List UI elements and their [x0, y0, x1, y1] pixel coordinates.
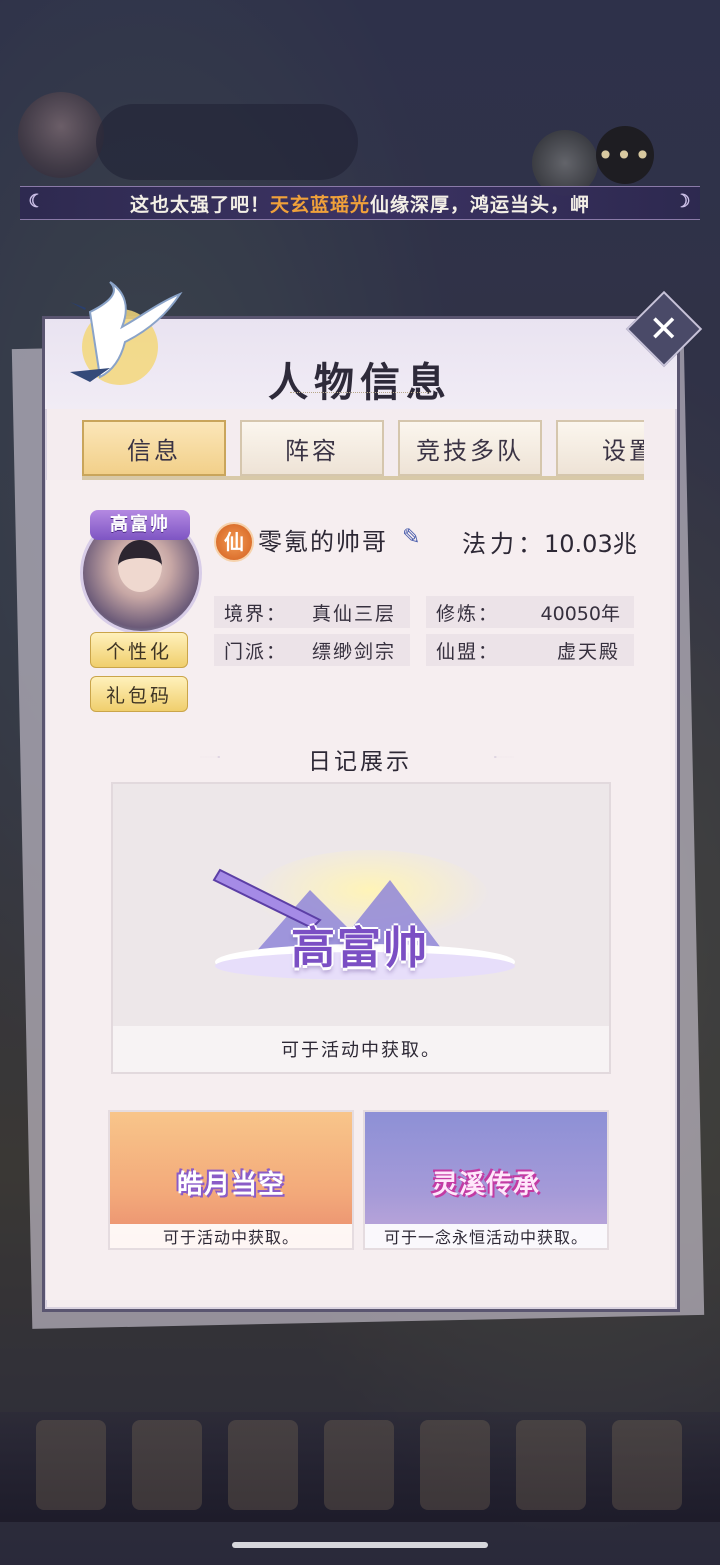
- diary-featured-caption: 可于活动中获取。: [113, 1026, 609, 1072]
- tab-lineup[interactable]: 阵容: [240, 420, 384, 476]
- moon-ornament-icon: ☾: [28, 191, 46, 212]
- tab-bar: 信息 阵容 竞技多队 设置: [82, 420, 644, 478]
- stat-value: 40050年: [540, 602, 620, 625]
- nav-slot-icon: [228, 1420, 298, 1510]
- tab-label: 阵容: [285, 436, 339, 465]
- edit-name-icon[interactable]: ✎: [402, 526, 426, 550]
- diary-title-art: 高富帅: [291, 923, 429, 974]
- diary-card-caption: 可于活动中获取。: [110, 1224, 352, 1248]
- stat-key: 境界：: [224, 602, 288, 625]
- diary-section-title: 日记展示: [308, 749, 412, 775]
- tab-arena-teams[interactable]: 竞技多队: [398, 420, 542, 476]
- home-indicator[interactable]: [232, 1542, 488, 1548]
- avatar-portrait: [118, 540, 162, 592]
- stat-key: 门派：: [224, 640, 288, 663]
- announcement-marquee: ☾ 这也太强了吧！ 天玄蓝瑶光 仙缘深厚，鸿运当头，岬 ☽: [20, 186, 700, 220]
- chat-bubble-icon: •••: [597, 138, 653, 172]
- personalize-label: 个性化: [105, 640, 172, 663]
- stat-key: 仙盟：: [436, 640, 500, 663]
- immortal-rank-icon: 仙: [214, 522, 254, 562]
- personalize-button[interactable]: 个性化: [90, 632, 188, 668]
- diary-card-title-art: 灵溪传承: [431, 1170, 540, 1200]
- stat-key: 修炼：: [436, 602, 500, 625]
- nav-slot-icon: [36, 1420, 106, 1510]
- stat-value: 缥缈剑宗: [311, 640, 396, 663]
- nav-slot-icon: [420, 1420, 490, 1510]
- stat-value: 真仙三层: [311, 602, 396, 625]
- diary-card[interactable]: 灵溪传承 可于一念永恒活动中获取。: [363, 1110, 609, 1250]
- tab-info[interactable]: 信息: [82, 420, 226, 476]
- nav-slot-icon: [612, 1420, 682, 1510]
- title-ornament: [290, 392, 430, 401]
- tab-label: 竞技多队: [416, 436, 524, 465]
- stat-alliance: 仙盟： 虚天殿: [426, 634, 634, 666]
- divider-ornament-right: [494, 756, 514, 758]
- nav-slot-icon: [324, 1420, 394, 1510]
- player-name: 零氪的帅哥: [258, 528, 388, 556]
- gift-code-label: 礼包码: [105, 684, 172, 707]
- tab-label: 设置: [602, 436, 644, 465]
- close-icon: ✕: [648, 308, 680, 350]
- diary-card-caption: 可于一念永恒活动中获取。: [365, 1224, 607, 1248]
- tab-settings[interactable]: 设置: [556, 420, 644, 476]
- moon-ornament-icon: ☽: [674, 191, 692, 212]
- marquee-suffix: 仙缘深厚，鸿运当头，岬: [370, 193, 591, 216]
- marquee-player-name: 天玄蓝瑶光: [269, 193, 370, 216]
- gift-code-button[interactable]: 礼包码: [90, 676, 188, 712]
- diary-card-title-art: 皓月当空: [176, 1170, 285, 1200]
- nav-slot-icon: [516, 1420, 586, 1510]
- marquee-prefix: 这也太强了吧！: [129, 193, 270, 216]
- power-value: 10.03兆: [544, 530, 637, 558]
- nav-slot-icon: [132, 1420, 202, 1510]
- avatar-title-badge: 高富帅: [90, 510, 190, 540]
- stat-cultivation: 修炼： 40050年: [426, 596, 634, 628]
- tab-label: 信息: [127, 436, 181, 465]
- stat-value: 虚天殿: [556, 640, 620, 663]
- diary-card[interactable]: 皓月当空 可于活动中获取。: [108, 1110, 354, 1250]
- chat-button[interactable]: •••: [596, 126, 654, 184]
- stat-sect: 门派： 缥缈剑宗: [214, 634, 410, 666]
- power-label: 法力：: [462, 530, 546, 558]
- stat-realm: 境界： 真仙三层: [214, 596, 410, 628]
